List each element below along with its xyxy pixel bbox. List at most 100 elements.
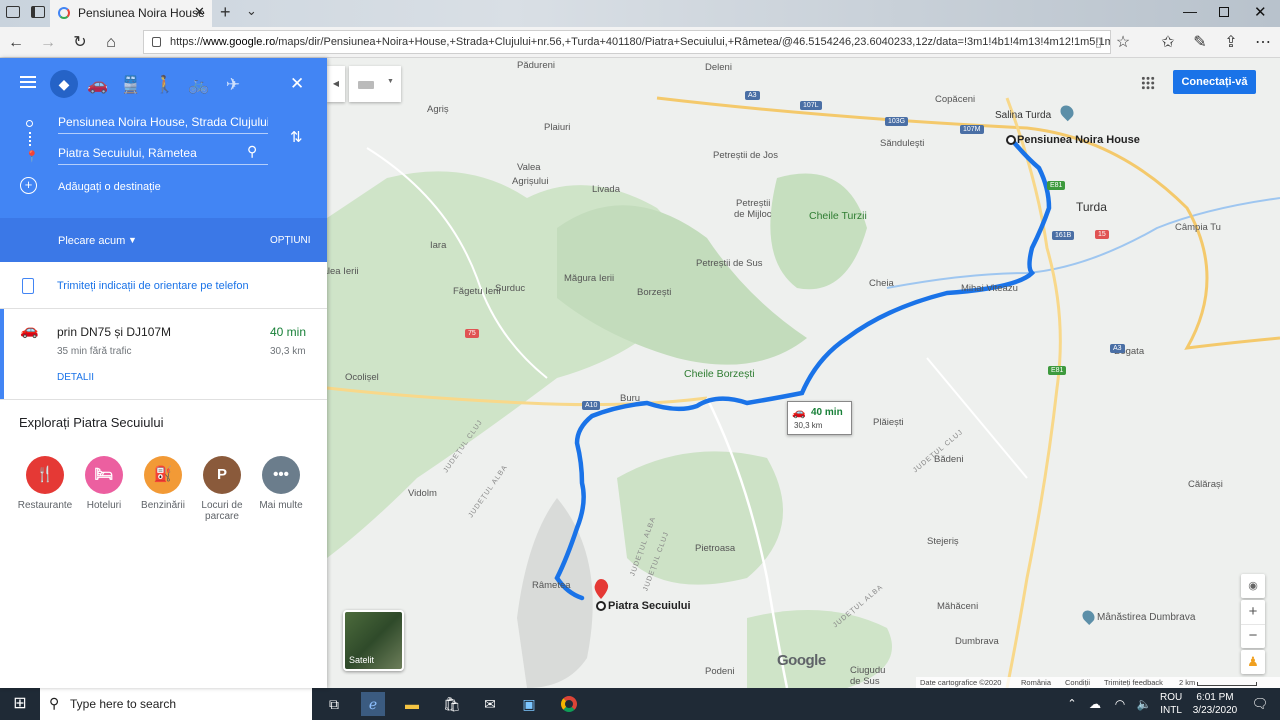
place-label[interactable]: Valea — [517, 162, 541, 173]
more-options-icon[interactable]: ⋯ — [1253, 33, 1273, 53]
search-icon[interactable]: ⚲ — [247, 143, 257, 160]
place-label[interactable]: Sănduleşti — [880, 138, 924, 149]
feedback-link[interactable]: Trimiteți feedback — [1104, 678, 1163, 687]
maximize-icon[interactable] — [1219, 7, 1229, 17]
zoom-in-button[interactable]: + — [1241, 600, 1265, 624]
add-destination-icon[interactable]: + — [20, 177, 37, 194]
place-label[interactable]: Plaiuri — [544, 122, 570, 133]
apps-grid-icon[interactable] — [1141, 76, 1155, 90]
tab-preview-icon[interactable] — [6, 6, 20, 18]
close-directions-icon[interactable]: ✕ — [290, 74, 304, 94]
sign-in-button[interactable]: Conectați-vă — [1173, 70, 1256, 94]
place-label[interactable]: Agrișului — [512, 176, 548, 187]
place-label[interactable]: Iara — [430, 240, 446, 251]
bike-mode-icon[interactable]: 🚲 — [186, 72, 212, 98]
place-label[interactable]: Câmpia Tu — [1175, 222, 1221, 233]
minimize-icon[interactable]: — — [1183, 3, 1197, 19]
map-layer-dropdown[interactable]: ▼ — [349, 66, 401, 102]
task-view-icon[interactable]: ⧉ — [322, 692, 346, 716]
file-explorer-icon[interactable]: ▬ — [400, 692, 424, 716]
tab-google-maps[interactable]: Pensiunea Noira House ✕ — [50, 0, 212, 27]
transit-mode-icon[interactable]: 🚆 — [118, 72, 144, 98]
map-canvas[interactable]: Pădureni Deleni Copăceni Agriș Plaiuri Petreș… — [327, 58, 1280, 688]
place-label[interactable]: Livada — [592, 184, 620, 195]
share-icon[interactable]: ⇪ — [1221, 33, 1241, 53]
refresh-icon[interactable]: ↻ — [70, 33, 90, 53]
directions-mode-best-icon[interactable]: ◆ — [50, 70, 78, 98]
place-label[interactable]: Petreștii de Jos — [713, 150, 778, 161]
place-label[interactable]: Surduc — [495, 283, 525, 294]
favorites-list-icon[interactable]: ✩ — [1158, 33, 1178, 53]
origin-input[interactable]: Pensiunea Noira House, Strada Clujului — [58, 112, 268, 134]
options-button[interactable]: OPȚIUNI — [270, 235, 311, 246]
destination-input[interactable]: Piatra Secuiului, Râmetea — [58, 143, 268, 165]
place-label[interactable]: de Sus — [850, 676, 880, 687]
send-to-phone-link[interactable]: Trimiteți indicații de orientare pe tele… — [57, 280, 249, 292]
store-icon[interactable]: 🛍 — [440, 692, 464, 716]
reading-view-icon[interactable]: ▯ — [1095, 31, 1102, 53]
url-field[interactable]: https://www.google.ro/maps/dir/Pensiunea… — [143, 30, 1111, 54]
place-label[interactable]: Măgura Ierii — [564, 273, 614, 284]
place-label[interactable]: Stejeriș — [927, 536, 959, 547]
place-label[interactable]: Călărași — [1188, 479, 1223, 490]
place-label[interactable]: Agriș — [427, 104, 449, 115]
place-label[interactable]: Ciugudu — [850, 665, 885, 676]
depart-now-dropdown[interactable]: Plecare acum — [58, 235, 125, 247]
country-link[interactable]: România — [1021, 678, 1051, 687]
place-label[interactable]: Făgetu Ierii — [453, 286, 501, 297]
place-label[interactable]: Vidolm — [408, 488, 437, 499]
my-location-button[interactable]: ◉ — [1241, 574, 1265, 598]
favorite-star-icon[interactable]: ☆ — [1113, 33, 1133, 53]
walk-mode-icon[interactable]: 🚶 — [152, 72, 178, 98]
place-label[interactable]: Podeni — [705, 666, 735, 677]
flight-mode-icon[interactable]: ✈ — [220, 72, 246, 98]
wifi-icon[interactable]: ◠ — [1108, 692, 1132, 716]
place-label[interactable]: Plăiești — [873, 417, 904, 428]
place-label[interactable]: Pietroasa — [695, 543, 735, 554]
close-window-icon[interactable]: ✕ — [1254, 3, 1267, 21]
satellite-toggle[interactable]: Satelit — [343, 610, 404, 671]
home-icon[interactable]: ⌂ — [101, 33, 121, 53]
clock[interactable]: 6:01 PM 3/23/2020 — [1190, 691, 1240, 717]
swap-icon[interactable]: ⇅ — [290, 128, 303, 146]
place-label[interactable]: Dumbrava — [955, 636, 999, 647]
place-label[interactable]: Ocolișel — [345, 372, 379, 383]
cloud-icon[interactable]: ☁ — [1083, 692, 1107, 716]
salina-poi-label[interactable]: Salina Turda — [995, 110, 1051, 121]
zoom-out-button[interactable]: − — [1241, 624, 1265, 648]
place-label[interactable]: Râmetea — [532, 580, 571, 591]
place-label[interactable]: Copăceni — [935, 94, 975, 105]
place-label[interactable]: Deleni — [705, 62, 732, 73]
route-details-link[interactable]: DETALII — [57, 372, 94, 383]
place-label[interactable]: Borzești — [637, 287, 671, 298]
duration-callout[interactable]: 🚗 40 min 30,3 km — [787, 401, 852, 435]
show-hidden-icons[interactable]: ⌃ — [1060, 692, 1084, 716]
new-tab-icon[interactable]: + — [220, 2, 231, 23]
windows-start-icon[interactable]: ⊞ — [8, 692, 32, 716]
edge-taskbar-icon[interactable]: ℯ — [361, 692, 385, 716]
place-label[interactable]: Cheile Turzii — [809, 210, 867, 222]
collapse-panel-button[interactable]: ◀ — [327, 66, 345, 102]
notification-icon[interactable]: 🗨 — [1248, 692, 1272, 716]
destination-label[interactable]: Piatra Secuiului — [608, 600, 691, 612]
place-label[interactable]: de Mijloc — [734, 209, 772, 220]
app-icon[interactable]: ▣ — [517, 692, 541, 716]
terms-link[interactable]: Condiții — [1065, 678, 1090, 687]
tab-list-chevron-icon[interactable]: ⌄ — [246, 3, 257, 19]
origin-label[interactable]: Pensiunea Noira House — [1017, 134, 1140, 146]
taskbar-search-box[interactable]: ⚲ Type here to search — [40, 688, 312, 720]
place-label[interactable]: Petreștii de Sus — [696, 258, 763, 269]
volume-icon[interactable]: 🔈 — [1132, 692, 1156, 716]
chrome-icon[interactable] — [557, 692, 581, 716]
forward-icon[interactable]: → — [38, 33, 58, 53]
place-label[interactable]: Cheile Borzești — [684, 368, 755, 380]
place-label[interactable]: Buru — [620, 393, 640, 404]
mail-icon[interactable]: ✉ — [478, 692, 502, 716]
monastery-poi-label[interactable]: Mânăstirea Dumbrava — [1097, 612, 1195, 623]
car-mode-icon[interactable]: 🚗 — [85, 72, 111, 98]
route-option[interactable]: 🚗 prin DN75 și DJ107M 40 min 35 min fără… — [0, 309, 327, 399]
pen-icon[interactable]: ✎ — [1190, 33, 1210, 53]
place-label[interactable]: Turda — [1076, 200, 1107, 214]
place-label[interactable]: Mihai Viteazu — [961, 283, 1018, 294]
place-label[interactable]: Măhăceni — [937, 601, 978, 612]
